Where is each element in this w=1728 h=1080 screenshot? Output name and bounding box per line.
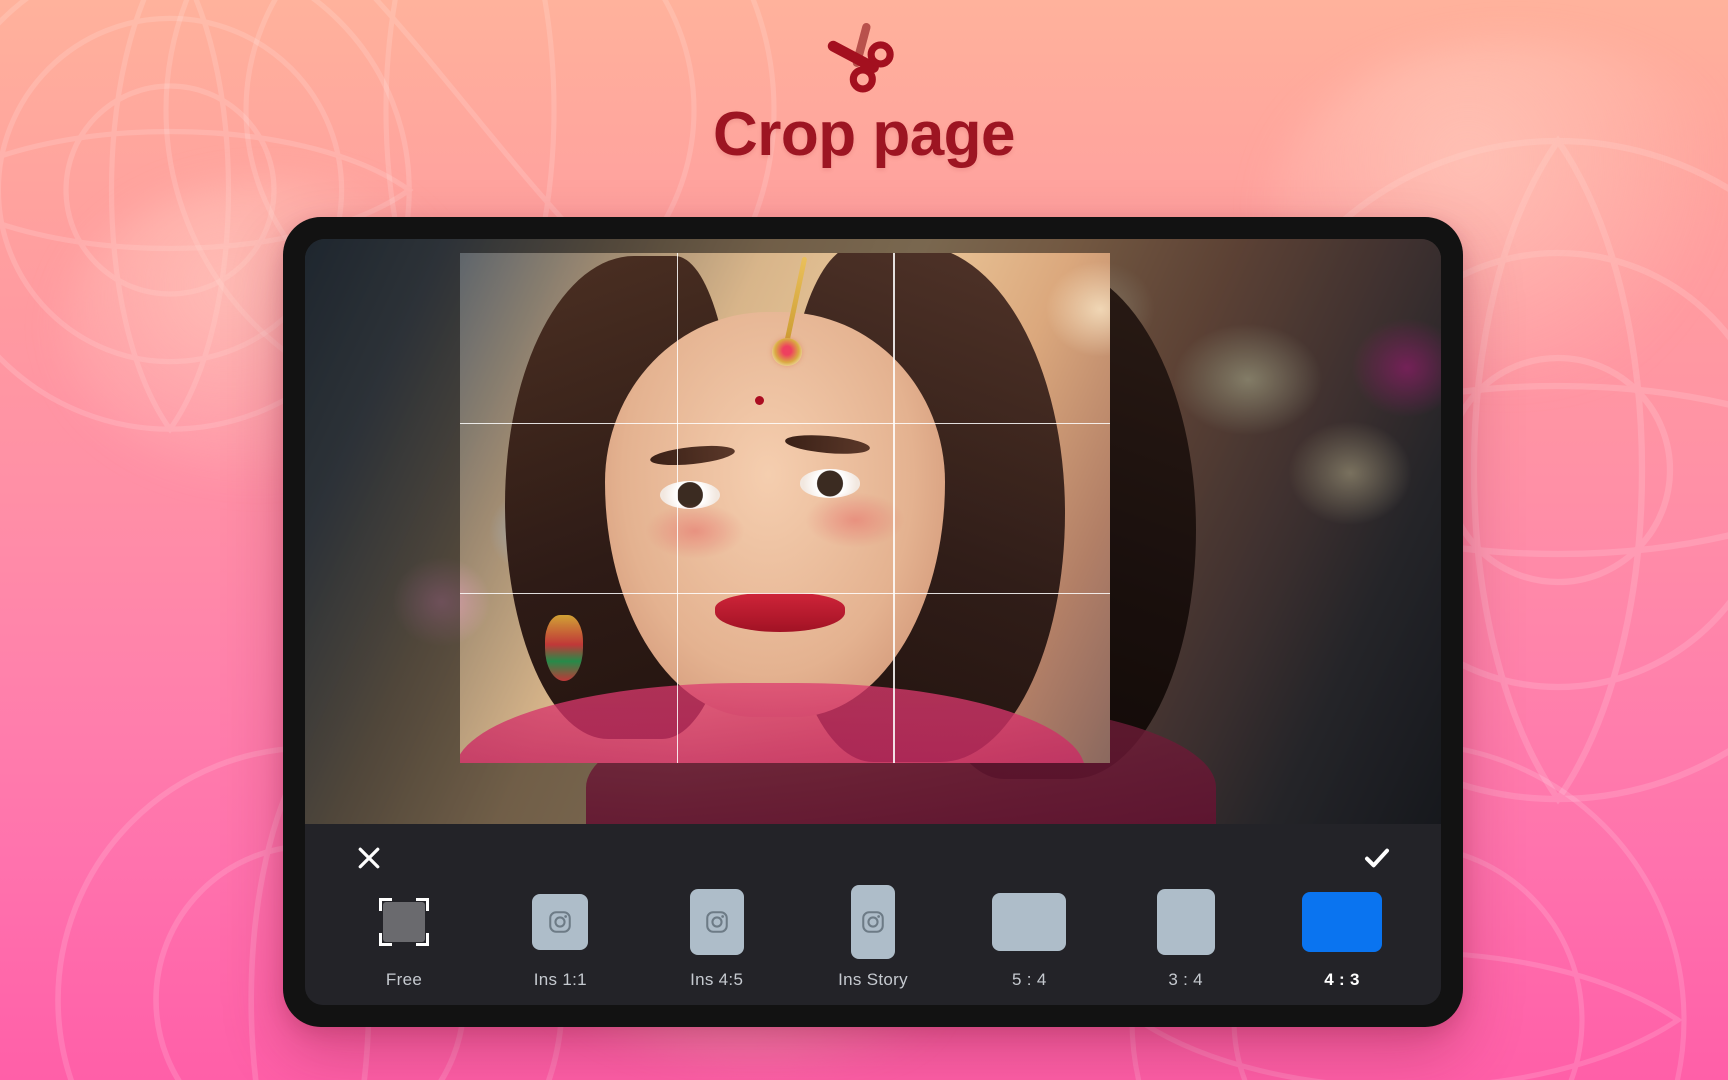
ratio-thumb-r-3-4 [1156, 889, 1215, 955]
ratio-label: Ins 1:1 [533, 970, 587, 989]
crop-frame-icon [379, 898, 429, 946]
ratio-option-r-5-4[interactable]: 5 : 4 [974, 886, 1084, 990]
ratio-label: 5 : 4 [1012, 970, 1047, 989]
ratio-thumb-ins-4-5 [689, 889, 744, 955]
crop-handle-top-right[interactable] [1073, 253, 1110, 290]
ratio-thumb-r-4-3 [1301, 892, 1382, 952]
crop-handle-bottom-left[interactable] [460, 726, 497, 763]
grid-line-horizontal-1 [460, 422, 1110, 425]
ratio-thumb-ins-1-1 [532, 894, 589, 950]
instagram-icon [705, 911, 728, 933]
crop-toolbar: Free Ins 1:1 Ins 4:5 Ins Story 5 : 4 3 : 4 4 :… [305, 824, 1441, 1005]
crop-selection-window[interactable] [460, 253, 1110, 763]
instagram-icon [549, 911, 572, 933]
close-icon [358, 847, 380, 869]
ratio-thumb-wrap [850, 885, 895, 959]
ratio-label: Ins 4:5 [690, 970, 744, 989]
ratio-thumb-wrap [532, 886, 589, 958]
check-icon [1365, 848, 1389, 868]
ratio-thumb-wrap [689, 886, 744, 958]
toolbar-actions-row [305, 824, 1441, 886]
ratio-option-r-3-4[interactable]: 3 : 4 [1131, 886, 1241, 990]
grid-line-vertical-1 [676, 253, 679, 763]
ratio-option-ins-story[interactable]: Ins Story [818, 885, 928, 990]
ratio-label: 4 : 3 [1324, 970, 1360, 989]
cancel-crop-button[interactable] [349, 838, 389, 878]
crop-canvas[interactable] [305, 239, 1441, 824]
aspect-ratio-list: Free Ins 1:1 Ins 4:5 Ins Story 5 : 4 3 : 4 4 :… [305, 885, 1441, 990]
ratio-thumb-wrap [992, 886, 1067, 958]
grid-line-vertical-2 [893, 253, 895, 763]
ratio-label: Ins Story [838, 970, 908, 989]
instagram-icon [862, 911, 884, 933]
crop-preview [460, 253, 1110, 763]
ratio-thumb-wrap [379, 886, 429, 958]
page-title: Crop page [712, 100, 1016, 169]
apply-crop-button[interactable] [1357, 838, 1397, 878]
crop-handle-top-left[interactable] [460, 253, 497, 290]
ratio-label: Free [385, 970, 423, 989]
grid-line-horizontal-2 [460, 592, 1110, 595]
ratio-thumb-r-5-4 [992, 893, 1067, 951]
ratio-thumb-ins-story [850, 885, 895, 959]
ratio-option-ins-1-1[interactable]: Ins 1:1 [505, 886, 615, 990]
ratio-label: 3 : 4 [1168, 970, 1203, 989]
scissors-icon [827, 22, 894, 93]
ratio-option-ins-4-5[interactable]: Ins 4:5 [662, 886, 772, 990]
crop-handle-bottom-right[interactable] [1073, 726, 1110, 763]
device-screen: Free Ins 1:1 Ins 4:5 Ins Story 5 : 4 3 : 4 4 :… [305, 239, 1441, 1005]
ratio-thumb-wrap [1156, 886, 1215, 958]
ratio-option-r-4-3[interactable]: 4 : 3 [1287, 886, 1397, 990]
tablet-device-frame: Free Ins 1:1 Ins 4:5 Ins Story 5 : 4 3 : 4 4 :… [283, 217, 1463, 1027]
ratio-thumb-wrap [1301, 886, 1382, 958]
page-header: Crop page [0, 0, 1728, 166]
ratio-option-free[interactable]: Free [349, 886, 459, 990]
